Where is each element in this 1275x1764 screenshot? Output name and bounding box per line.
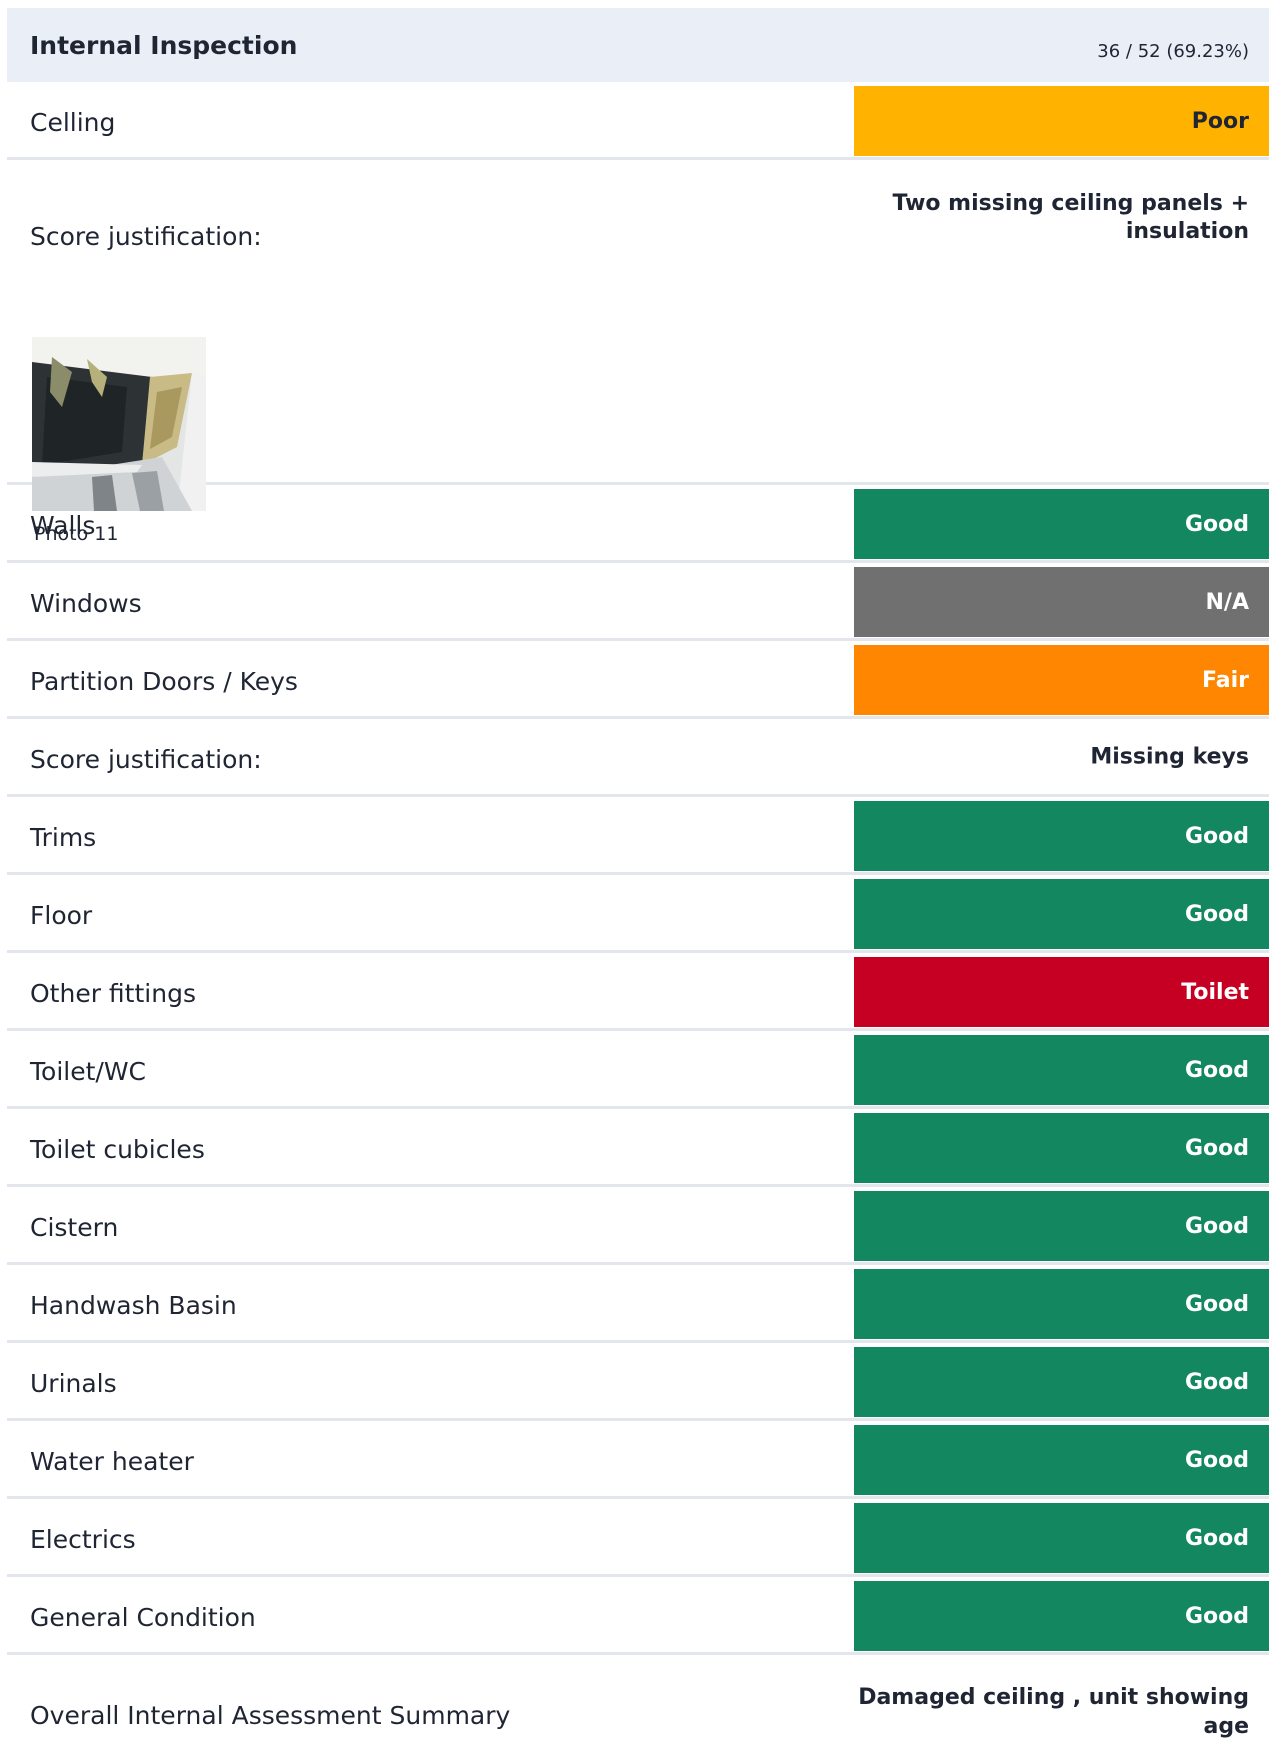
item-label: Partition Doors / Keys: [30, 666, 298, 696]
item-row-walls: Walls Good: [7, 485, 1269, 563]
rating-badge: N/A: [854, 567, 1269, 637]
rating-badge: Good: [854, 1035, 1269, 1105]
item-label: Urinals: [30, 1368, 117, 1398]
rating-badge: Good: [854, 1581, 1269, 1651]
rating-badge: Good: [854, 1269, 1269, 1339]
justification-label: Score justification:: [30, 744, 262, 774]
item-row-water-heater: Water heater Good: [7, 1421, 1269, 1499]
section-score: 36 / 52 (69.23%): [1097, 40, 1249, 62]
justification-label: Score justification:: [30, 222, 262, 251]
justification-text: Missing keys: [1090, 744, 1249, 769]
summary-label: Overall Internal Assessment Summary: [30, 1701, 511, 1730]
rating-badge: Poor: [854, 86, 1269, 156]
rating-badge: Toilet: [854, 957, 1269, 1027]
summary-text: Damaged ceiling , unit showing age: [858, 1685, 1249, 1739]
item-row-electrics: Electrics Good: [7, 1499, 1269, 1577]
item-row-floor: Floor Good: [7, 875, 1269, 953]
justification-text: Two missing ceiling panels + insulation: [892, 191, 1249, 244]
item-label: Trims: [30, 822, 97, 852]
section-header: Internal Inspection 36 / 52 (69.23%): [7, 8, 1269, 82]
item-label: Toilet cubicles: [30, 1134, 205, 1164]
rating-badge: Good: [854, 1191, 1269, 1261]
item-row-toilet-wc: Toilet/WC Good: [7, 1031, 1269, 1109]
item-label: General Condition: [30, 1602, 256, 1632]
rating-badge: Good: [854, 489, 1269, 559]
item-label: Windows: [30, 588, 142, 618]
item-row-windows: Windows N/A: [7, 563, 1269, 641]
item-row-partition-doors: Partition Doors / Keys Fair: [7, 641, 1269, 719]
rating-badge: Good: [854, 1113, 1269, 1183]
justification-row-keys: Score justification: Missing keys: [7, 719, 1269, 797]
item-label: Toilet/WC: [30, 1056, 146, 1086]
item-label: Handwash Basin: [30, 1290, 237, 1320]
rating-badge: Good: [854, 1347, 1269, 1417]
item-row-cistern: Cistern Good: [7, 1187, 1269, 1265]
item-label: Walls: [30, 510, 96, 540]
item-label: Celling: [30, 107, 116, 137]
item-row-general-condition: General Condition Good: [7, 1577, 1269, 1655]
rating-badge: Good: [854, 1425, 1269, 1495]
item-label: Cistern: [30, 1212, 119, 1242]
rating-badge: Good: [854, 1503, 1269, 1573]
item-label: Water heater: [30, 1446, 194, 1476]
rating-badge: Good: [854, 879, 1269, 949]
rating-badge: Fair: [854, 645, 1269, 715]
justification-row-ceiling: Score justification: Two missing ceiling…: [7, 160, 1269, 545]
item-label: Electrics: [30, 1524, 136, 1554]
item-row-ceiling: Celling Poor: [7, 82, 1269, 160]
section-title: Internal Inspection: [30, 30, 298, 60]
item-label: Floor: [30, 900, 93, 930]
item-row-trims: Trims Good: [7, 797, 1269, 875]
item-row-handwash-basin: Handwash Basin Good: [7, 1265, 1269, 1343]
summary-row: Overall Internal Assessment Summary Dama…: [7, 1655, 1269, 1763]
rating-badge: Good: [854, 801, 1269, 871]
item-row-toilet-cubicles: Toilet cubicles Good: [7, 1109, 1269, 1187]
item-row-urinals: Urinals Good: [7, 1343, 1269, 1421]
item-row-other-fittings: Other fittings Toilet: [7, 953, 1269, 1031]
item-label: Other fittings: [30, 978, 196, 1008]
inspection-section: Internal Inspection 36 / 52 (69.23%) Cel…: [7, 8, 1269, 1763]
